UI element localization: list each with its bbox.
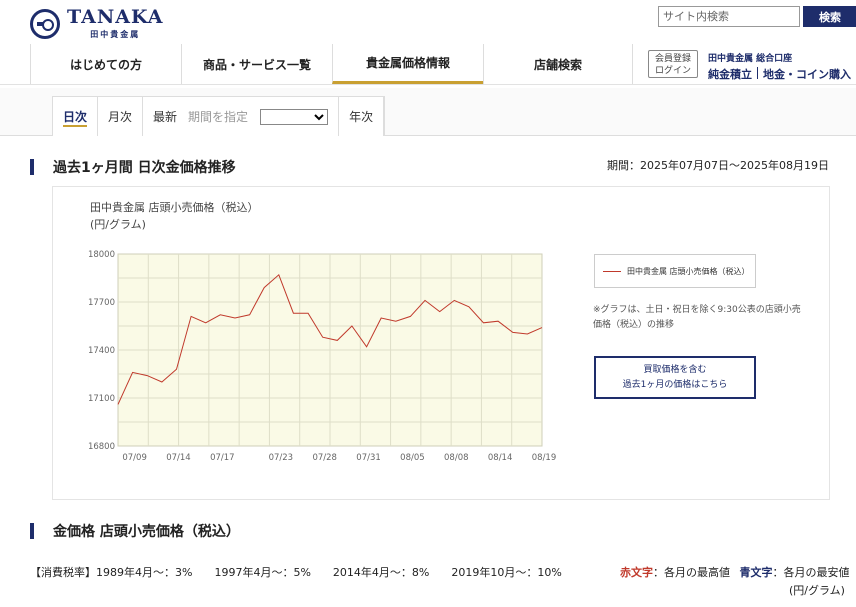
site-search: 検索 <box>658 6 856 27</box>
heading-bar <box>30 523 34 539</box>
nav-item-products[interactable]: 商品・サービス一覧 <box>181 44 332 84</box>
link-divider <box>757 67 758 79</box>
consumption-tax-rates: 【消費税率】1989年4月〜：3% 1997年4月〜：5% 2014年4月〜：8% 2… <box>30 564 584 580</box>
x-tick-label: 08/08 <box>444 453 469 463</box>
bullion-coin-purchase-link[interactable]: 地金・コイン購入 <box>763 68 851 81</box>
tanaka-logo[interactable]: TANAKA 田中貴金属 <box>30 8 163 40</box>
corp-account-title: 田中貴金属 総合口座 <box>708 54 793 64</box>
main-nav: はじめての方 商品・サービス一覧 貴金属価格情報 店舗検索 <box>30 44 633 84</box>
legend-swatch <box>603 270 621 272</box>
section-title: 過去1ヶ月間 日次金価格推移 <box>53 160 236 176</box>
buyback-line2: 過去1ヶ月の価格はこちら <box>622 380 728 390</box>
member-login-label: ログイン <box>654 66 691 76</box>
member-register-label: 会員登録 <box>654 54 691 64</box>
tax-rate-1997: 1997年4月〜：5% <box>214 566 311 579</box>
search-button[interactable]: 検索 <box>803 6 856 27</box>
x-tick-label: 08/19 <box>532 453 557 463</box>
x-tick-label: 07/09 <box>122 453 147 463</box>
tab-period-select: 最新 期間を指定 <box>143 97 340 136</box>
x-tick-label: 07/31 <box>356 453 381 463</box>
tax-rate-1989: 【消費税率】1989年4月〜：3% <box>30 566 193 579</box>
tab-latest[interactable]: 最新 <box>153 108 177 125</box>
tax-rate-2019: 2019年10月〜：10% <box>451 566 562 579</box>
heading-bar <box>30 159 34 175</box>
tab-daily[interactable]: 日次 <box>53 97 99 136</box>
table-unit: (円/グラム) <box>789 584 845 597</box>
legend-label: 田中貴金属 店頭小売価格（税込） <box>627 266 750 276</box>
x-tick-label: 07/17 <box>210 453 235 463</box>
tax-rate-2014: 2014年4月〜：8% <box>332 566 430 579</box>
gold-accumulation-link[interactable]: 純金積立 <box>708 68 752 81</box>
blue-text-desc: ：各月の最安値 <box>772 566 850 579</box>
buyback-price-button[interactable]: 買取価格を含む 過去1ヶ月の価格はこちら <box>594 356 756 399</box>
chart-title: 田中貴金属 店頭小売価格（税込） <box>90 201 259 214</box>
x-tick-label: 08/05 <box>400 453 425 463</box>
chart-legend: 田中貴金属 店頭小売価格（税込） <box>594 254 756 288</box>
y-axis-ticks: 16800 17100 17400 17700 18000 <box>88 250 115 452</box>
tab-period-label: 期間を指定 <box>188 110 249 124</box>
y-tick-label: 17400 <box>88 346 115 356</box>
x-tick-label: 07/14 <box>166 453 191 463</box>
section-title: 金価格 店頭小売価格（税込） <box>53 524 240 540</box>
y-tick-label: 16800 <box>88 442 115 452</box>
x-tick-label: 07/23 <box>269 453 294 463</box>
nav-item-price-info[interactable]: 貴金属価格情報 <box>332 44 483 84</box>
red-text-desc: ：各月の最高値 <box>653 566 730 579</box>
buyback-line1: 買取価格を含む <box>643 365 707 375</box>
period-tab-bar: 日次 月次 最新 期間を指定 年次 <box>0 88 856 136</box>
red-text-label: 赤文字 <box>620 566 653 579</box>
color-legend: 赤文字：各月の最高値 青文字：各月の最安値 <box>620 564 850 580</box>
period-range: 期間：2025年07月07日〜2025年08月19日 <box>607 159 829 172</box>
nav-item-store-search[interactable]: 店舗検索 <box>483 44 633 84</box>
corp-account-links: 純金積立 地金・コイン購入 <box>708 66 851 82</box>
chart-note: ※グラフは、土日・祝日を除く9:30公表の店頭小売価格（税込）の推移 <box>593 305 801 330</box>
section-heading-daily-trend: 過去1ヶ月間 日次金価格推移 <box>30 157 236 177</box>
blue-text-label: 青文字 <box>739 566 773 579</box>
x-tick-label: 08/14 <box>488 453 513 463</box>
member-login-button[interactable]: 会員登録 ログイン <box>648 50 698 78</box>
x-axis-ticks: 07/09 07/14 07/17 07/23 07/28 07/31 08/05 08/08… <box>122 453 556 463</box>
tanaka-logo-icon <box>30 9 60 39</box>
period-dropdown[interactable] <box>260 108 329 125</box>
nav-divider <box>0 84 856 85</box>
logo-name: TANAKA <box>67 6 164 28</box>
section-heading-retail-price: 金価格 店頭小売価格（税込） <box>30 521 240 541</box>
logo-subtitle: 田中貴金属 <box>90 30 141 39</box>
search-input[interactable] <box>658 6 800 27</box>
gold-price-line-chart: 16800 17100 17400 17700 18000 07/09 07/14 07/1… <box>88 250 556 463</box>
tab-monthly[interactable]: 月次 <box>98 97 144 136</box>
nav-item-beginners[interactable]: はじめての方 <box>30 44 181 84</box>
y-tick-label: 17100 <box>88 394 115 404</box>
tab-yearly[interactable]: 年次 <box>339 97 385 136</box>
y-tick-label: 17700 <box>88 298 115 308</box>
chart-unit: (円/グラム) <box>90 218 146 231</box>
y-tick-label: 18000 <box>88 250 115 260</box>
x-tick-label: 07/28 <box>312 453 337 463</box>
